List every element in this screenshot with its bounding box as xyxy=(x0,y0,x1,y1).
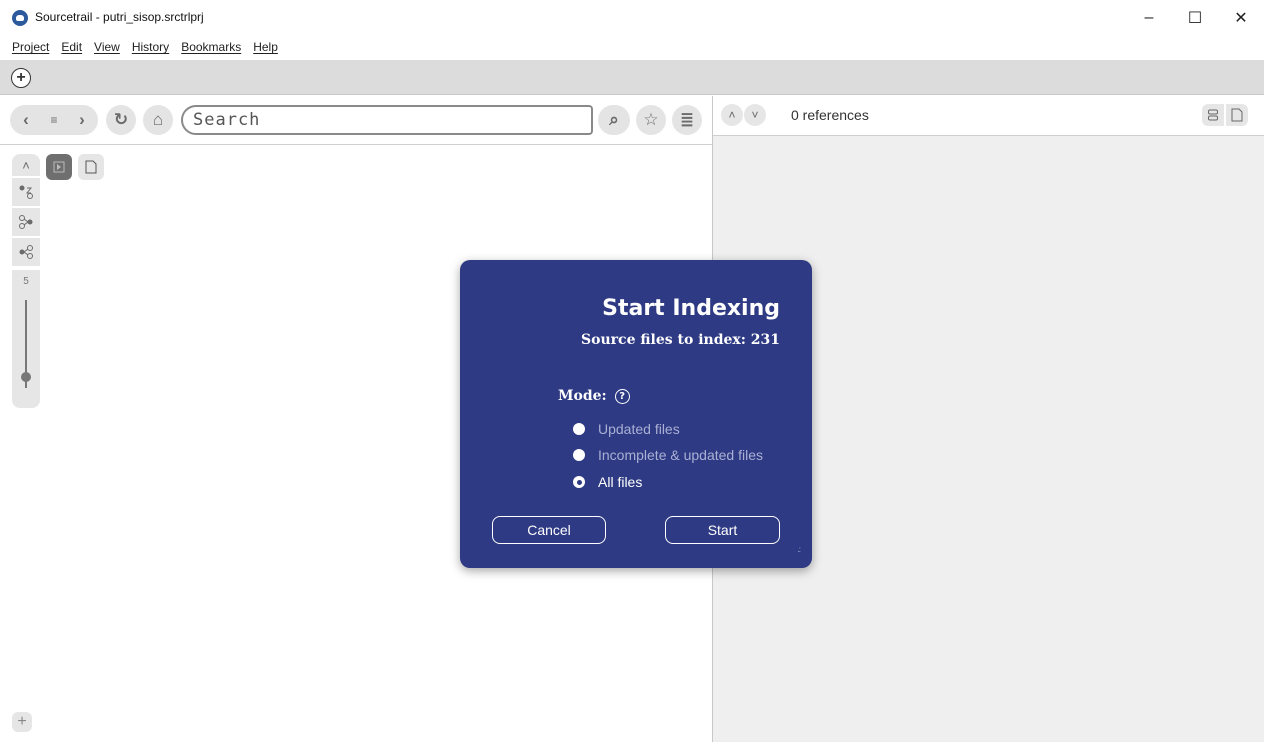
search-icon[interactable]: ⌕ xyxy=(598,105,630,135)
menu-bar: Project Edit View History Bookmarks Help xyxy=(0,38,284,60)
menu-view[interactable]: View xyxy=(88,38,126,60)
radio-label: All files xyxy=(598,474,643,490)
depth-slider[interactable]: 5 xyxy=(12,270,40,408)
mode-option-all-files[interactable]: All files xyxy=(573,474,642,490)
menu-project[interactable]: Project xyxy=(0,38,55,60)
menu-help[interactable]: Help xyxy=(247,38,284,60)
refresh-button[interactable]: ↻ xyxy=(106,105,136,135)
history-list-button[interactable]: ≡ xyxy=(42,105,66,135)
radio-label: Incomplete & updated files xyxy=(598,447,763,463)
cancel-button[interactable]: Cancel xyxy=(492,516,606,544)
toolbar-divider xyxy=(0,144,712,145)
radio-label: Updated files xyxy=(598,421,680,437)
back-button[interactable]: ‹ xyxy=(10,105,42,135)
start-button[interactable]: Start xyxy=(665,516,780,544)
bookmark-manager-icon[interactable]: ≣ xyxy=(672,105,702,135)
graph-view-glyph xyxy=(53,161,65,173)
mode-label-text: Mode: xyxy=(558,388,607,404)
collapse-up-icon[interactable]: ˄ xyxy=(12,154,40,176)
menu-history[interactable]: History xyxy=(126,38,175,60)
search-input[interactable] xyxy=(193,110,573,130)
depth-value: 5 xyxy=(23,276,29,287)
help-icon[interactable]: ? xyxy=(614,388,630,404)
radio-button-selected[interactable] xyxy=(573,476,585,488)
radio-button[interactable] xyxy=(573,449,585,461)
callees-glyph xyxy=(19,245,33,259)
next-reference-icon[interactable]: ˅ xyxy=(744,104,766,126)
snippet-list-icon[interactable] xyxy=(1202,104,1224,126)
callers-glyph xyxy=(19,215,33,229)
reference-count: 0 references xyxy=(791,107,869,123)
maximize-button[interactable]: ☐ xyxy=(1172,0,1218,36)
code-view-toggle-icon[interactable] xyxy=(78,154,104,180)
dialog-title: Start Indexing xyxy=(602,296,780,321)
zoom-in-button[interactable]: + xyxy=(12,712,32,732)
tab-strip: + xyxy=(0,60,1264,95)
radio-button[interactable] xyxy=(573,423,585,435)
mode-label: Mode: ? xyxy=(558,388,630,404)
snippet-list-glyph xyxy=(1208,109,1218,121)
mode-option-updated[interactable]: Updated files xyxy=(573,421,680,437)
menu-bookmarks[interactable]: Bookmarks xyxy=(175,38,247,60)
window-title: Sourcetrail - putri_sisop.srctrlprj xyxy=(35,10,204,24)
close-button[interactable]: ✕ xyxy=(1218,0,1264,36)
add-tab-button[interactable]: + xyxy=(11,68,31,88)
single-file-glyph xyxy=(1231,108,1243,122)
custom-trail-icon[interactable] xyxy=(12,178,40,206)
mode-option-incomplete-updated[interactable]: Incomplete & updated files xyxy=(573,447,763,463)
previous-reference-icon[interactable]: ˄ xyxy=(721,104,743,126)
bookmark-star-icon[interactable]: ☆ xyxy=(636,105,666,135)
minimize-button[interactable]: – xyxy=(1126,0,1172,36)
title-bar: Sourcetrail - putri_sisop.srctrlprj – ☐ … xyxy=(0,0,1264,36)
home-button[interactable]: ⌂ xyxy=(143,105,173,135)
graph-view-toggle-icon[interactable] xyxy=(46,154,72,180)
callers-icon[interactable] xyxy=(12,208,40,236)
forward-button[interactable]: › xyxy=(66,105,98,135)
menu-edit[interactable]: Edit xyxy=(55,38,88,60)
start-indexing-dialog: Start Indexing Source files to index: 23… xyxy=(460,260,812,568)
search-field[interactable] xyxy=(181,105,593,135)
sourcetrail-logo-icon xyxy=(12,10,28,26)
single-file-icon[interactable] xyxy=(1226,104,1248,126)
code-panel-header: ˄ ˅ 0 references xyxy=(713,96,1264,136)
custom-trail-glyph xyxy=(19,185,33,199)
resize-grip-icon[interactable]: .: xyxy=(798,545,802,554)
depth-slider-handle[interactable] xyxy=(21,372,31,382)
callees-icon[interactable] xyxy=(12,238,40,266)
file-glyph xyxy=(85,160,97,174)
dialog-subtitle: Source files to index: 231 xyxy=(581,332,780,348)
